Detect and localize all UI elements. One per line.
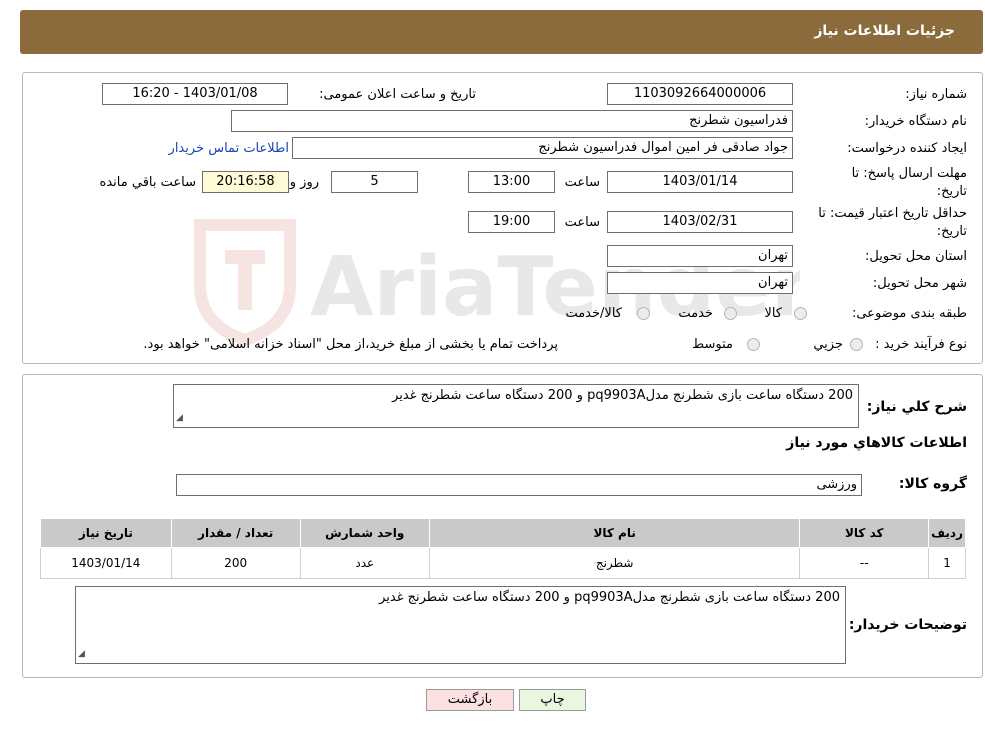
category-option-goods-service: کالا/خدمت [565,306,622,321]
category-radio-goods[interactable] [794,307,807,320]
summary-text: 200 دستگاه ساعت بازی شطرنج مدلpq9903A و … [392,388,853,403]
category-radio-service[interactable] [724,307,737,320]
buyer-notes-label: توضيحات خريدار: [848,617,967,633]
deadline-date-field: 1403/01/14 [607,171,793,193]
cell-row-number: 1 [928,547,966,579]
deadline-time-label: ساعت [564,175,600,190]
page-header: جزئیات اطلاعات نیاز [20,10,983,54]
col-quantity: تعداد / مقدار [170,518,301,548]
need-number-field: 1103092664000006 [607,83,793,105]
creator-label: ایجاد کننده درخواست: [847,141,967,156]
cell-goods-name: شطرنج [428,547,801,579]
col-need-date: تاریخ نیاز [40,518,172,548]
remaining-time-field: 20:16:58 [202,171,289,193]
deadline-label: مهلت ارسال پاسخ: تا [851,166,967,181]
deadline-time-field: 13:00 [468,171,555,193]
cell-quantity: 200 [170,547,301,579]
validity-date-field: 1403/02/31 [607,211,793,233]
creator-field: جواد صادقی فر امین اموال فدراسیون شطرنج [292,137,793,159]
province-label: استان محل تحویل: [865,249,967,264]
back-button[interactable]: بازگشت [426,689,514,711]
buyer-org-label: نام دستگاه خریدار: [864,114,967,129]
announce-label: تاریخ و ساعت اعلان عمومی: [319,87,476,102]
category-radio-goods-service[interactable] [637,307,650,320]
summary-label: شرح کلي نياز: [866,399,967,415]
process-option-medium: متوسط [692,337,733,352]
deadline-label-date: تاریخ: [936,184,967,199]
process-radio-medium[interactable] [747,338,760,351]
goods-group-label: گروه کالا: [898,476,967,492]
goods-table: رديف کد کالا نام کالا واحد شمارش تعداد /… [40,518,966,579]
process-radio-minor[interactable] [850,338,863,351]
city-label: شهر محل تحویل: [872,276,967,291]
validity-time-field: 19:00 [468,211,555,233]
goods-group-field: ورزشی [176,474,862,496]
validity-time-label: ساعت [564,215,600,230]
cell-unit: عدد [299,547,430,579]
process-option-minor: جزيي [813,337,843,352]
goods-section-title: اطلاعات کالاهاي مورد نياز [786,435,967,451]
goods-table-header: رديف کد کالا نام کالا واحد شمارش تعداد /… [40,518,966,548]
category-option-goods: کالا [764,306,782,321]
buyer-notes-text: 200 دستگاه ساعت بازی شطرنج مدلpq9903A و … [379,590,840,605]
cell-need-date: 1403/01/14 [40,547,172,579]
announce-datetime-field: 1403/01/08 - 16:20 [102,83,288,105]
col-goods-code: کد کالا [799,518,930,548]
validity-label: حداقل تاریخ اعتبار قیمت: تا [818,206,967,221]
days-label: روز و [289,175,319,190]
buyer-contact-link[interactable]: اطلاعات تماس خریدار [169,141,289,156]
remaining-time-label: ساعت باقي مانده [99,175,196,190]
resize-grip-icon[interactable]: ◢ [176,410,183,426]
summary-textarea[interactable]: 200 دستگاه ساعت بازی شطرنج مدلpq9903A و … [173,384,859,428]
buyer-org-field: فدراسیون شطرنج [231,110,793,132]
page-title: جزئیات اطلاعات نیاز [814,23,955,39]
need-number-label: شماره نیاز: [905,87,967,102]
print-button[interactable]: چاپ [519,689,586,711]
days-remaining-field: 5 [331,171,418,193]
validity-label-date: تاریخ: [936,224,967,239]
resize-grip-icon[interactable]: ◢ [78,646,85,662]
cell-goods-code: -- [799,547,930,579]
province-field: تهران [607,245,793,267]
table-row: 1 -- شطرنج عدد 200 1403/01/14 [40,547,966,579]
col-unit: واحد شمارش [299,518,430,548]
category-label: طبقه بندی موضوعی: [851,306,967,321]
col-row-number: رديف [928,518,966,548]
col-goods-name: نام کالا [428,518,801,548]
category-option-service: خدمت [678,306,713,321]
process-note: پرداخت تمام یا بخشی از مبلغ خرید،از محل … [143,337,558,352]
process-label: نوع فرآیند خرید : [875,337,967,352]
city-field: تهران [607,272,793,294]
buyer-notes-textarea[interactable]: 200 دستگاه ساعت بازی شطرنج مدلpq9903A و … [75,586,846,664]
